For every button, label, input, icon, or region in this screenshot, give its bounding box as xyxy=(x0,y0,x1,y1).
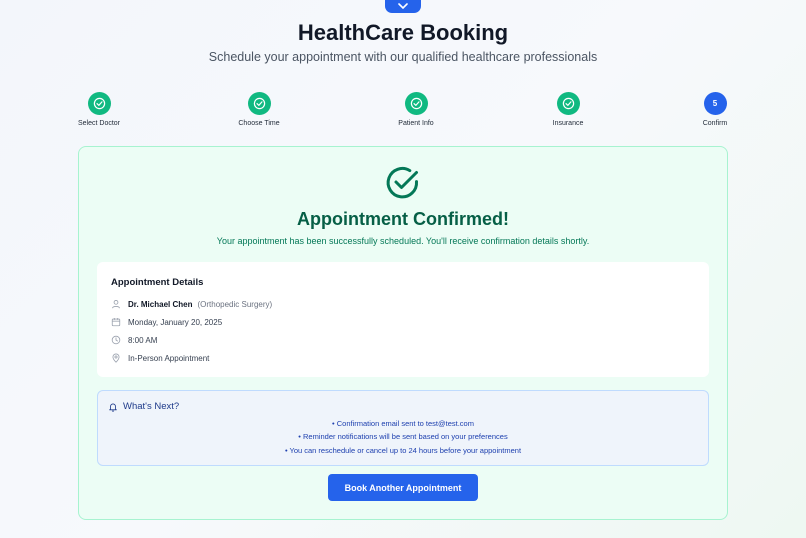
doctor-name: Dr. Michael Chen xyxy=(128,299,193,309)
bell-icon xyxy=(108,402,118,412)
details-heading: Appointment Details xyxy=(111,277,204,288)
book-another-appointment-button[interactable]: Book Another Appointment xyxy=(328,474,478,501)
check-circle-icon xyxy=(562,97,574,110)
app-logo xyxy=(385,0,421,13)
check-circle-icon xyxy=(385,165,421,206)
page-subtitle: Schedule your appointment with our quali… xyxy=(208,50,598,64)
step-insurance[interactable]: Insurance xyxy=(513,92,623,127)
whats-next-box: What's Next? • Confirmation email sent t… xyxy=(97,390,709,466)
confirmation-message: Your appointment has been successfully s… xyxy=(216,236,590,246)
step-complete-indicator xyxy=(404,92,428,115)
confirmation-panel: Appointment Confirmed! Your appointment … xyxy=(78,146,728,520)
doctor-specialty: (Orthopedic Surgery) xyxy=(197,299,273,309)
step-complete-indicator xyxy=(87,92,111,115)
check-circle-icon xyxy=(93,97,105,110)
step-confirm[interactable]: 5 Confirm xyxy=(660,92,770,127)
calendar-icon xyxy=(111,317,121,327)
appointment-time: 8:00 AM xyxy=(128,335,158,345)
chevron-down-icon xyxy=(398,3,408,9)
step-label: Choose Time xyxy=(238,120,280,127)
whats-next-heading: What's Next? xyxy=(108,401,179,412)
page-title: HealthCare Booking xyxy=(297,20,509,45)
step-label: Patient Info xyxy=(398,120,434,127)
step-patient-info[interactable]: Patient Info xyxy=(361,92,471,127)
next-step-item: • Confirmation email sent to test@test.c… xyxy=(332,419,474,428)
whats-next-title: What's Next? xyxy=(123,401,180,412)
check-circle-icon xyxy=(410,97,422,110)
appointment-date: Monday, January 20, 2025 xyxy=(128,317,223,327)
step-select-doctor[interactable]: Select Doctor xyxy=(44,92,154,127)
step-number: 5 xyxy=(703,92,727,115)
step-choose-time[interactable]: Choose Time xyxy=(204,92,314,127)
appointment-details-card: Appointment Details Dr. Michael Chen (Or… xyxy=(97,262,709,377)
confirmation-title: Appointment Confirmed! xyxy=(297,209,509,229)
user-icon xyxy=(111,299,121,309)
doctor-row: Dr. Michael Chen (Orthopedic Surgery) xyxy=(111,298,272,310)
map-pin-icon xyxy=(111,353,121,363)
type-row: In-Person Appointment xyxy=(111,352,209,364)
step-complete-indicator xyxy=(556,92,580,115)
appointment-type: In-Person Appointment xyxy=(128,353,210,363)
date-row: Monday, January 20, 2025 xyxy=(111,316,222,328)
step-label: Insurance xyxy=(552,120,584,127)
check-circle-icon xyxy=(253,97,265,110)
time-row: 8:00 AM xyxy=(111,334,157,346)
clock-icon xyxy=(111,335,121,345)
step-complete-indicator xyxy=(247,92,271,115)
step-label: Select Doctor xyxy=(77,120,121,127)
step-label: Confirm xyxy=(702,120,728,127)
next-step-item: • Reminder notifications will be sent ba… xyxy=(298,432,508,441)
next-step-item: • You can reschedule or cancel up to 24 … xyxy=(284,446,522,455)
